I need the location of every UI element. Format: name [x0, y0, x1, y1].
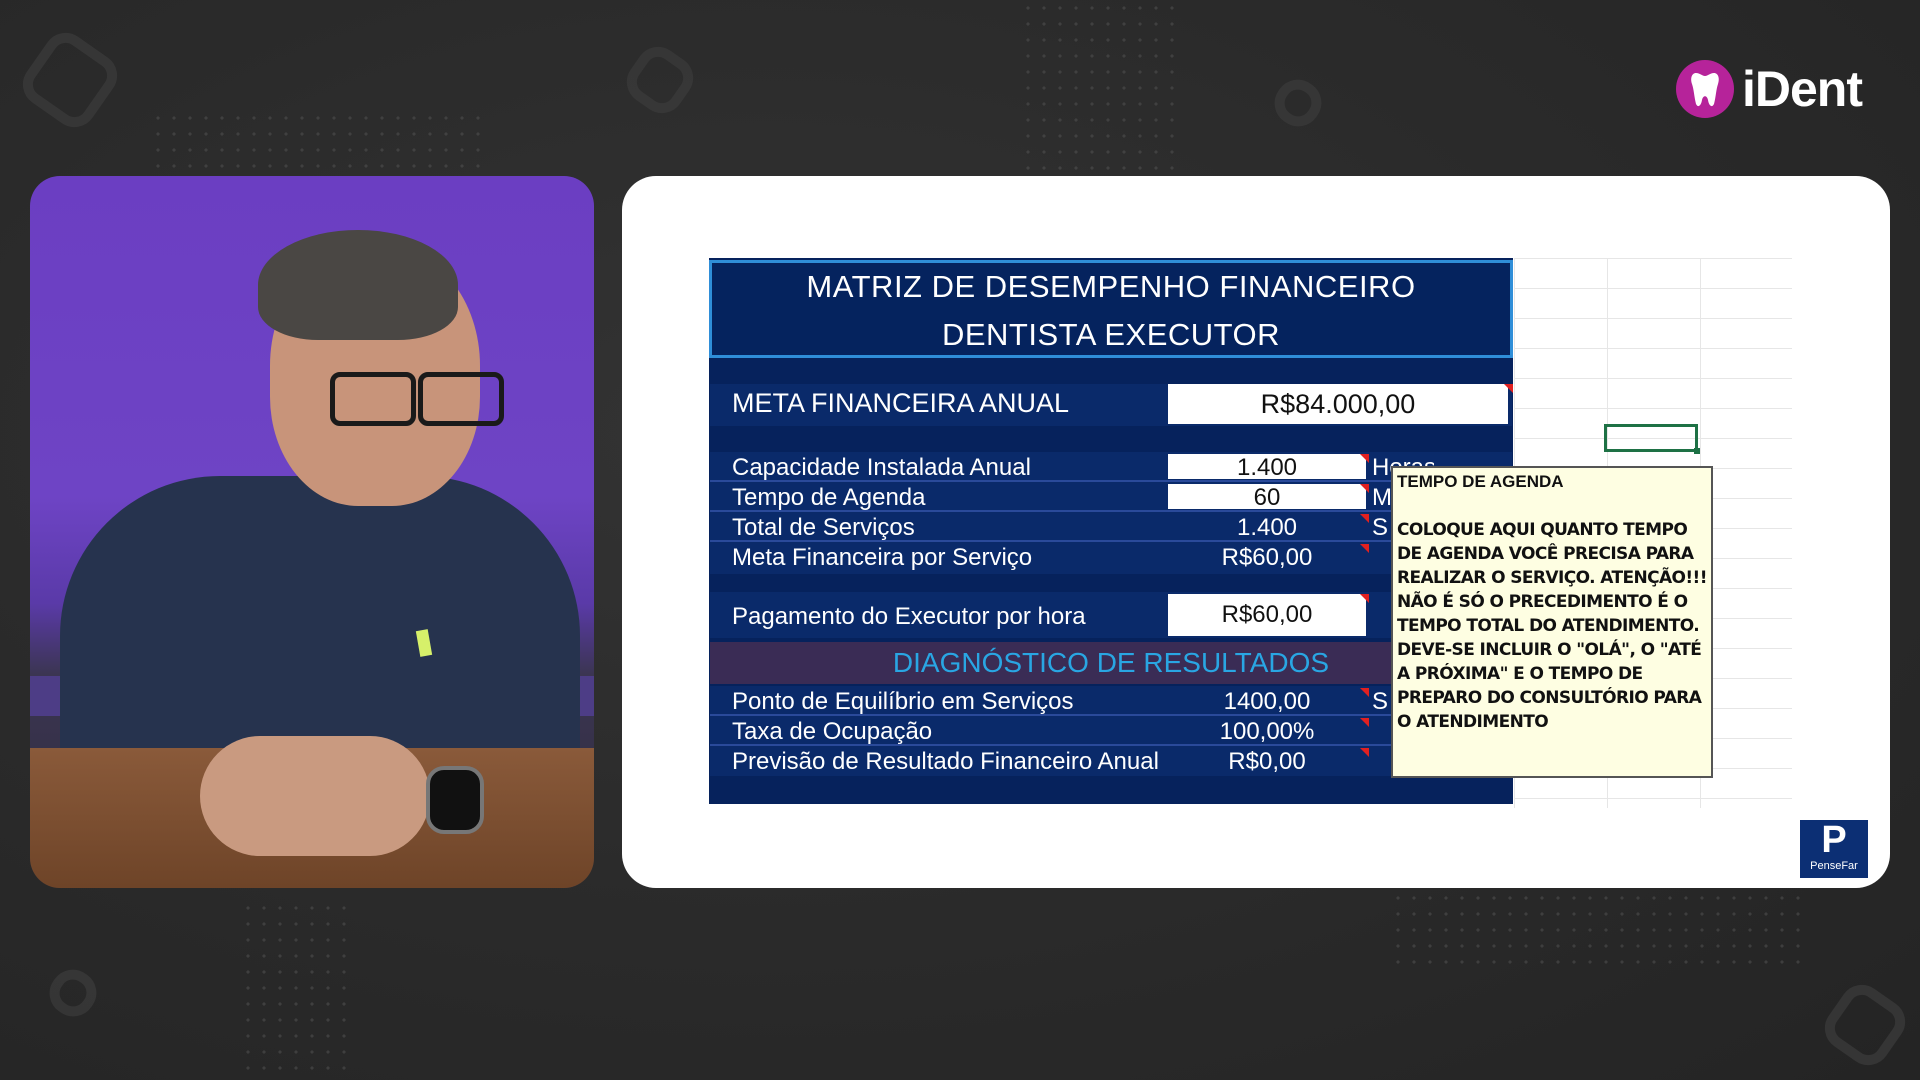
- row-services-value: 1.400: [1236, 514, 1298, 541]
- row-capacity-label: Capacidade Instalada Anual: [732, 454, 1031, 481]
- row-agenda-label: Tempo de Agenda: [732, 484, 926, 511]
- comment-indicator: [1360, 514, 1369, 523]
- background-dots: [1390, 890, 1800, 970]
- row-agenda-value[interactable]: 60: [1192, 484, 1342, 512]
- matrix-title-line2: DENTISTA EXECUTOR: [941, 317, 1281, 352]
- payment-input-cell[interactable]: R$60,00: [1168, 594, 1366, 636]
- background-triangle: [1816, 976, 1914, 1074]
- background-triangle: [40, 960, 106, 1026]
- presenter-video: [30, 176, 594, 888]
- pensefar-logo: P PenseFar: [1798, 818, 1870, 880]
- glasses: [300, 372, 510, 426]
- comment-indicator: [1360, 748, 1369, 757]
- row-forecast-label: Previsão de Resultado Financeiro Anual: [732, 748, 1159, 775]
- comment-body: COLOQUE AQUI QUANTO TEMPO DE AGENDA VOCÊ…: [1397, 520, 1707, 732]
- comment-indicator: [1504, 384, 1513, 393]
- pensefar-text: PenseFar: [1810, 860, 1858, 872]
- comment-indicator: [1360, 718, 1369, 727]
- ident-logo: iDent: [1676, 60, 1863, 118]
- payment-value: R$60,00: [1221, 601, 1313, 628]
- logo-text: iDent: [1742, 61, 1863, 117]
- meta-value-cell[interactable]: R$84.000,00: [1168, 384, 1508, 424]
- matrix-title: MATRIZ DE DESEMPENHO FINANCEIRO DENTISTA…: [709, 260, 1513, 358]
- background-triangle: [618, 38, 702, 122]
- row-services-label: Total de Serviços: [732, 514, 915, 541]
- row-occupancy-value: 100,00%: [1219, 718, 1315, 745]
- row-breakeven-value: 1400,00: [1223, 688, 1311, 715]
- selected-cell[interactable]: [1604, 424, 1700, 454]
- row-meta-service-value: R$60,00: [1221, 544, 1313, 571]
- cell-comment-popup: TEMPO DE AGENDA COLOQUE AQUI QUANTO TEMP…: [1391, 466, 1713, 778]
- presenter-hair: [258, 230, 458, 340]
- comment-indicator: [1360, 454, 1369, 463]
- comment-title: TEMPO DE AGENDA: [1397, 472, 1564, 491]
- matrix-title-line1: MATRIZ DE DESEMPENHO FINANCEIRO: [806, 269, 1416, 304]
- comment-indicator: [1360, 484, 1369, 493]
- wristwatch: [426, 766, 484, 834]
- background-dots: [150, 110, 480, 180]
- row-breakeven-unit: S: [1372, 688, 1389, 715]
- meta-label: META FINANCEIRA ANUAL: [732, 388, 1070, 418]
- row-services-unit: S: [1372, 514, 1389, 541]
- row-meta-service-label: Meta Financeira por Serviço: [732, 544, 1033, 571]
- presenter-hands: [200, 736, 430, 856]
- background-triangle: [14, 24, 126, 136]
- background-triangle: [1265, 70, 1331, 136]
- tooth-icon: [1676, 60, 1734, 118]
- background-dots: [240, 900, 350, 1080]
- meta-value: R$84.000,00: [1260, 389, 1416, 419]
- row-capacity-value[interactable]: 1.400: [1192, 454, 1342, 482]
- background-dots: [1020, 0, 1180, 170]
- comment-indicator: [1360, 688, 1369, 697]
- row-breakeven-label: Ponto de Equilíbrio em Serviços: [732, 688, 1074, 715]
- pensefar-letter: P: [1821, 819, 1847, 861]
- comment-indicator: [1360, 594, 1369, 603]
- row-occupancy-label: Taxa de Ocupação: [732, 718, 933, 745]
- row-agenda-unit: M: [1372, 484, 1392, 511]
- payment-label: Pagamento do Executor por hora: [732, 603, 1086, 630]
- comment-indicator: [1360, 544, 1369, 553]
- row-forecast-value: R$0,00: [1228, 748, 1306, 775]
